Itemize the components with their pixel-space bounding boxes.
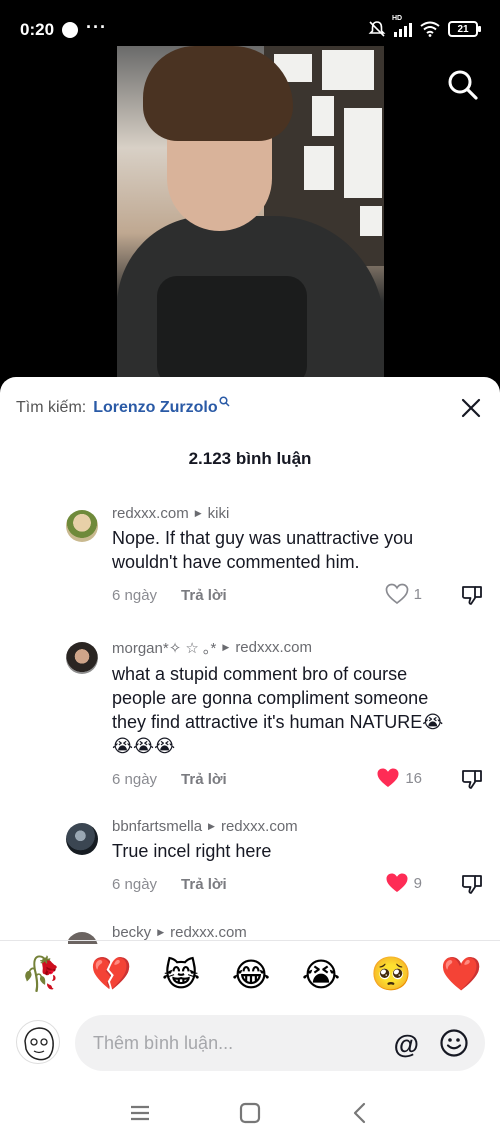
search-icon[interactable] xyxy=(446,68,480,102)
comment-text-line: people are gonna compliment someone xyxy=(112,688,429,708)
heart-outline-icon xyxy=(385,583,409,605)
avatar[interactable] xyxy=(68,932,98,944)
comment-username-row: becky ▶ redxxx.com xyxy=(112,924,488,941)
avatar-face-icon xyxy=(24,1027,54,1061)
messenger-icon xyxy=(62,22,78,38)
comment-username-row: morgan*✧ ☆ ｡* ▶ redxxx.com xyxy=(112,637,488,658)
comment-text-line: what a stupid comment bro of course xyxy=(112,664,408,684)
comment-age: 6 ngày xyxy=(112,586,158,604)
emoji-quick-bar: 🥀 💔 😹 😂 😭 🥺 ❤️ xyxy=(18,955,484,994)
heart-filled-icon xyxy=(386,873,408,892)
reply-button[interactable]: Trả lời xyxy=(181,876,227,893)
emoji-button-wilted-rose[interactable]: 🥀 xyxy=(18,955,64,994)
like-button[interactable]: 9 xyxy=(385,872,422,894)
comment-text-line: wouldn't have commented him. xyxy=(112,552,360,572)
reply-button[interactable]: Trả lời xyxy=(181,587,227,604)
system-nav-bar xyxy=(0,1096,500,1139)
reply-arrow-icon: ▶ xyxy=(157,927,165,937)
related-search[interactable]: Tìm kiếm: Lorenzo Zurzolo xyxy=(16,396,230,417)
comment-item: becky ▶ redxxx.com xyxy=(68,924,488,944)
comment-input[interactable]: Thêm bình luận... @ xyxy=(75,1015,485,1071)
home-icon[interactable] xyxy=(237,1100,263,1126)
search-term-link[interactable]: Lorenzo Zurzolo xyxy=(93,399,217,417)
dislike-icon[interactable] xyxy=(460,583,484,607)
dislike-icon[interactable] xyxy=(460,872,484,896)
like-count: 9 xyxy=(413,874,422,892)
mention-button[interactable]: @ xyxy=(394,1029,419,1060)
divider xyxy=(0,940,500,941)
reply-arrow-icon: ▶ xyxy=(222,642,230,652)
comment-username[interactable]: redxxx.com xyxy=(112,505,189,522)
video-person-vest xyxy=(157,276,307,386)
heart-filled-icon xyxy=(377,768,399,787)
emoji-button-broken-heart[interactable]: 💔 xyxy=(88,955,134,994)
comment-username-row: bbnfartsmella ▶ redxxx.com xyxy=(112,818,488,835)
comment-text: what a stupid comment bro of course peop… xyxy=(112,662,488,758)
reply-arrow-icon: ▶ xyxy=(208,821,215,831)
user-avatar[interactable] xyxy=(16,1020,60,1064)
emoji-button-sob[interactable]: 😭 xyxy=(298,955,344,994)
comment-text: Nope. If that guy was unattractive you w… xyxy=(112,526,488,574)
like-button[interactable]: 1 xyxy=(385,583,422,605)
comment-input-row: Thêm bình luận... @ xyxy=(0,1009,500,1071)
comment-text-line: Nope. If that guy was unattractive you xyxy=(112,528,414,548)
wifi-icon xyxy=(420,21,440,37)
avatar[interactable] xyxy=(66,642,98,674)
avatar[interactable] xyxy=(66,823,98,855)
comment-input-placeholder: Thêm bình luận... xyxy=(93,1033,234,1053)
comment-reply-to[interactable]: redxxx.com xyxy=(221,818,298,835)
comment-reply-to[interactable]: kiki xyxy=(208,505,230,522)
signal-icon: HD xyxy=(392,15,412,37)
recent-apps-icon[interactable] xyxy=(127,1100,153,1126)
like-button[interactable]: 16 xyxy=(376,767,422,789)
search-label: Tìm kiếm: xyxy=(16,399,87,416)
close-icon[interactable] xyxy=(460,397,482,419)
comment-count: 2.123 bình luận xyxy=(188,449,312,468)
comment-username[interactable]: bbnfartsmella xyxy=(112,818,202,835)
mute-icon xyxy=(368,21,386,37)
reply-arrow-icon: ▶ xyxy=(194,508,202,518)
comment-username[interactable]: morgan*✧ ☆ ｡* xyxy=(112,637,216,658)
battery-icon: 21 xyxy=(448,21,481,37)
hd-label: HD xyxy=(392,15,403,22)
comment-reply-to[interactable]: redxxx.com xyxy=(235,639,312,656)
video-player[interactable] xyxy=(117,46,384,386)
like-count: 16 xyxy=(405,769,422,787)
emoji-picker-icon[interactable] xyxy=(439,1028,469,1058)
search-mini-icon xyxy=(219,396,230,410)
more-notifications-icon: ··· xyxy=(86,17,107,37)
comment-text-line: they find attractive it's human NATURE😭 xyxy=(112,712,444,732)
comments-sheet: Tìm kiếm: Lorenzo Zurzolo 2.123 bình luậ… xyxy=(0,377,500,1139)
like-count: 1 xyxy=(413,585,422,603)
comment-text-line: True incel right here xyxy=(112,841,272,861)
comment-text-line: 😭😭😭 xyxy=(112,736,176,756)
comment-username-row: redxxx.com ▶ kiki xyxy=(112,505,488,522)
comment-age: 6 ngày xyxy=(112,770,158,788)
dislike-icon[interactable] xyxy=(460,767,484,791)
comment-reply-to[interactable]: redxxx.com xyxy=(170,924,247,941)
emoji-button-joy[interactable]: 😂 xyxy=(228,955,274,994)
emoji-button-red-heart[interactable]: ❤️ xyxy=(438,955,484,994)
avatar[interactable] xyxy=(66,510,98,542)
reply-button[interactable]: Trả lời xyxy=(181,771,227,788)
emoji-button-pleading[interactable]: 🥺 xyxy=(368,955,414,994)
comment-text: True incel right here xyxy=(112,839,488,863)
status-time: 0:20 xyxy=(20,20,55,39)
emoji-button-cat-joy[interactable]: 😹 xyxy=(158,955,204,994)
back-icon[interactable] xyxy=(347,1100,373,1126)
video-person-hair xyxy=(143,46,293,141)
comment-age: 6 ngày xyxy=(112,875,158,893)
status-icons: HD 21 xyxy=(368,15,481,38)
comment-username[interactable]: becky xyxy=(112,924,151,941)
